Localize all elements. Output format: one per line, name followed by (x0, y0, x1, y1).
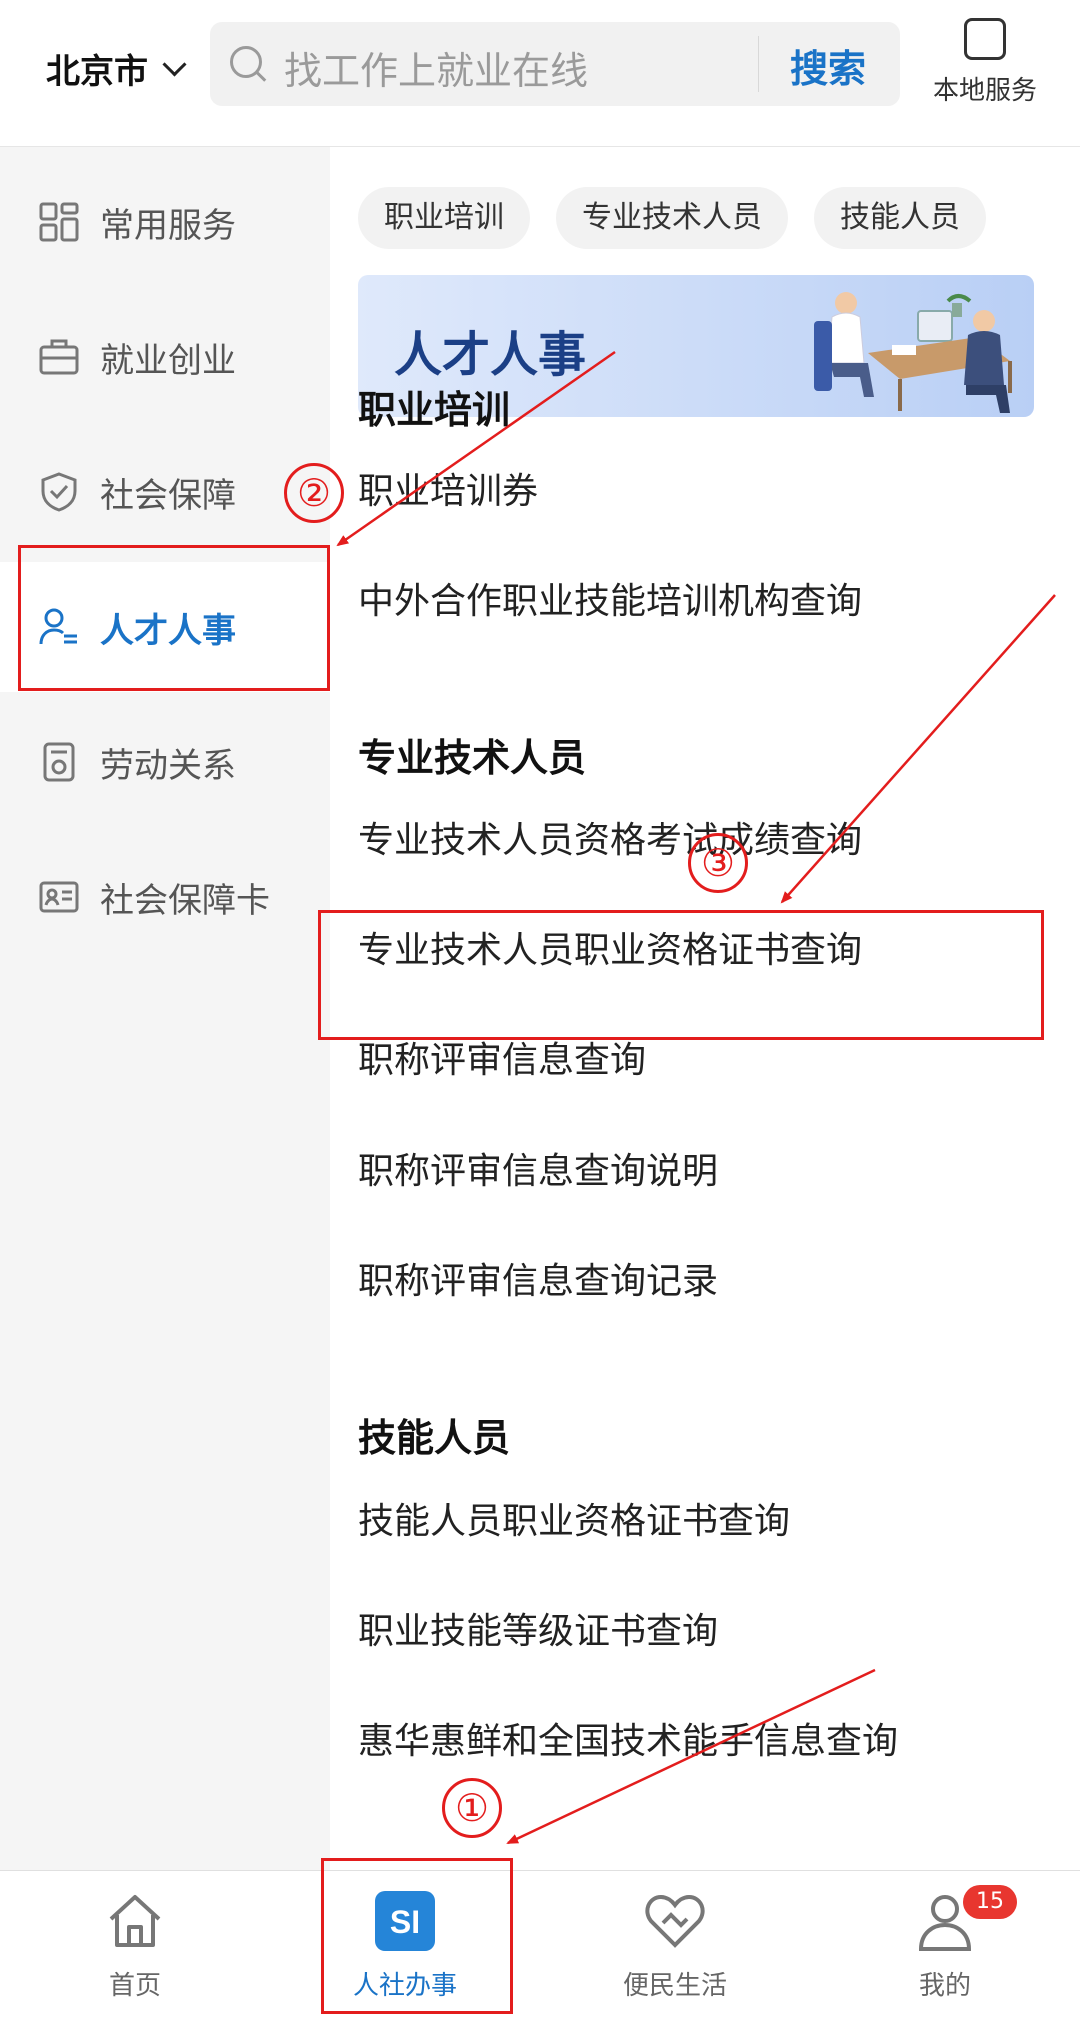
category-chips: 职业培训 专业技术人员 技能人员 (358, 187, 986, 249)
search-bar[interactable]: 找工作上就业在线 搜索 (210, 22, 900, 106)
id-card-icon (39, 881, 79, 913)
service-item-training-voucher[interactable]: 职业培训券 (358, 462, 538, 514)
sidebar-item-label: 劳动关系 (100, 745, 236, 786)
service-item-title-review-records[interactable]: 职称评审信息查询记录 (358, 1252, 718, 1304)
city-label: 北京市 (46, 52, 148, 92)
search-input[interactable]: 找工作上就业在线 (284, 40, 588, 95)
banner-title: 人才人事 (394, 327, 587, 383)
sidebar-item-label: 就业创业 (100, 340, 236, 381)
section-title-skilled-workers: 技能人员 (358, 1416, 511, 1460)
tab-label: 我的 (918, 1971, 971, 2001)
service-item-skill-level-certificate-query[interactable]: 职业技能等级证书查询 (358, 1602, 718, 1654)
local-service-icon (964, 18, 1006, 60)
step-1-marker: ① (442, 1778, 502, 1838)
sidebar-item-social-security[interactable]: 社会保障 (0, 427, 330, 557)
briefcase-icon (39, 339, 79, 375)
city-selector[interactable]: 北京市 (46, 44, 187, 93)
annotation-box-sidebar (18, 545, 330, 691)
shield-icon (41, 472, 77, 512)
tab-label: 便民生活 (622, 1971, 727, 2001)
sidebar-item-common-services[interactable]: 常用服务 (0, 157, 330, 287)
search-button[interactable]: 搜索 (790, 38, 866, 93)
tab-mine[interactable]: 15 我的 (845, 1885, 1045, 2002)
bottom-tab-bar: 首页 SI 人社办事 便民生活 15 我的 (0, 1870, 1080, 2023)
local-service-button[interactable]: 本地服务 (920, 18, 1050, 107)
tab-label: 首页 (108, 1971, 161, 2001)
tab-home[interactable]: 首页 (35, 1889, 235, 2002)
sidebar-item-employment[interactable]: 就业创业 (0, 292, 330, 422)
sidebar-item-label: 社会保障卡 (100, 880, 270, 921)
section-title-professional-technical: 专业技术人员 (358, 736, 587, 780)
top-bar: 北京市 找工作上就业在线 搜索 本地服务 (0, 0, 1080, 147)
category-sidebar: 常用服务 就业创业 社会保障 人才人事 劳动关系 社会保障卡 (0, 147, 330, 1870)
service-item-sino-foreign-training-institution[interactable]: 中外合作职业技能培训机构查询 (358, 572, 862, 624)
chip-vocational-training[interactable]: 职业培训 (358, 187, 530, 249)
office-illustration (814, 292, 1012, 413)
chip-skilled-workers[interactable]: 技能人员 (814, 187, 986, 249)
sidebar-item-labor-relations[interactable]: 劳动关系 (0, 697, 330, 827)
grid-icon (39, 202, 79, 242)
service-item-exam-score-query[interactable]: 专业技术人员资格考试成绩查询 (358, 811, 862, 863)
sidebar-item-label: 常用服务 (100, 205, 236, 246)
local-service-label: 本地服务 (932, 76, 1037, 106)
home-icon (109, 1895, 161, 1947)
heart-hand-icon (645, 1894, 705, 1948)
document-icon (43, 742, 75, 782)
step-3-marker: ③ (688, 833, 748, 893)
service-item-title-review-description[interactable]: 职称评审信息查询说明 (358, 1142, 718, 1194)
service-item-national-technical-expert-query[interactable]: 惠华惠鲜和全国技术能手信息查询 (358, 1712, 898, 1764)
step-2-marker: ② (284, 463, 344, 523)
annotation-box-tab (321, 1858, 513, 2014)
chip-professional-technical[interactable]: 专业技术人员 (556, 187, 788, 249)
annotation-box-exam-query (318, 910, 1044, 1040)
section-title-vocational-training: 职业培训 (358, 388, 511, 432)
sidebar-item-label: 社会保障 (100, 475, 236, 516)
sidebar-item-social-security-card[interactable]: 社会保障卡 (0, 832, 330, 962)
chevron-down-icon (162, 52, 187, 77)
search-divider (758, 36, 759, 92)
search-icon (230, 46, 262, 78)
notification-badge: 15 (963, 1885, 1017, 1919)
tab-convenience-life[interactable]: 便民生活 (575, 1889, 775, 2002)
service-item-skilled-certificate-query[interactable]: 技能人员职业资格证书查询 (358, 1492, 790, 1544)
